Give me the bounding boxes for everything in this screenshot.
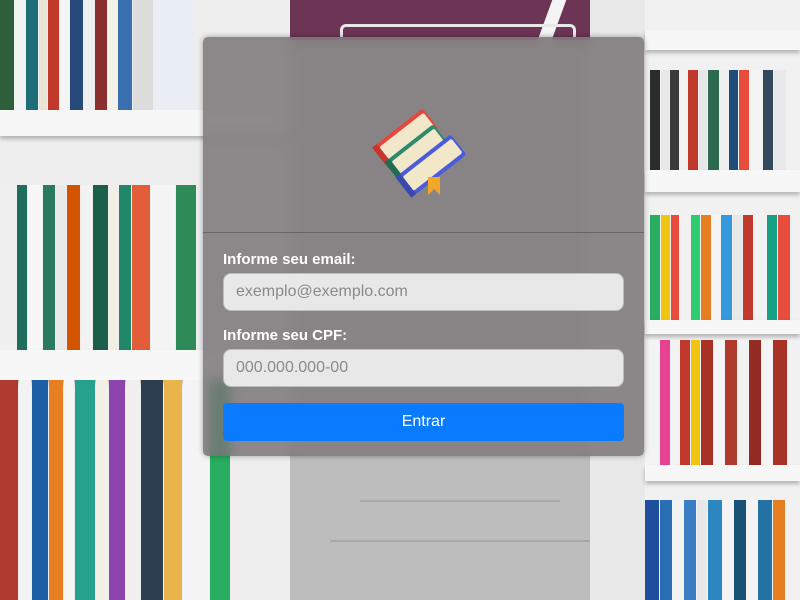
email-label: Informe seu email: xyxy=(223,251,356,268)
login-card: Informe seu email: Informe seu CPF: Entr… xyxy=(203,37,644,456)
email-field[interactable] xyxy=(223,273,624,311)
login-form: Informe seu email: Informe seu CPF: Entr… xyxy=(223,251,624,441)
submit-button[interactable]: Entrar xyxy=(223,403,624,441)
login-card-header xyxy=(203,37,644,233)
bookshelf-right xyxy=(645,0,800,600)
cpf-label: Informe seu CPF: xyxy=(223,327,348,344)
ceiling-pipe xyxy=(340,24,576,37)
cpf-field[interactable] xyxy=(223,349,624,387)
books-icon xyxy=(366,99,481,199)
